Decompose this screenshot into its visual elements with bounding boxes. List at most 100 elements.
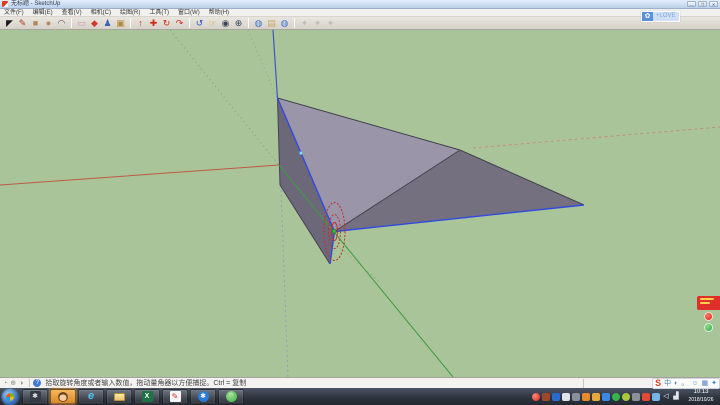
arc-tool-button[interactable]: ◠ [55, 17, 68, 29]
tray-icon-brown[interactable] [542, 393, 550, 401]
rotate-tool-button[interactable]: ↻ [160, 17, 173, 29]
promo-badge[interactable]: ✿ +LOVE [641, 11, 680, 22]
taskbar-app-qq[interactable] [50, 389, 76, 404]
tray-icon-skyblue[interactable] [602, 393, 610, 401]
rectangle-tool-button[interactable]: ■ [29, 17, 42, 29]
disabled-tool-button[interactable]: ✦ [311, 17, 324, 29]
signin-icon[interactable]: ◑ [19, 379, 23, 388]
toolbar: ◤ ✎ ■ ● ◠ ▭ ◆ ♟ ▣ ↑ ✚ ↻ ↷ ↺ ☞ ◉ ⊕ ◍ ▤ ◍ … [0, 17, 720, 30]
ime-keyboard-icon[interactable]: ▦ [702, 379, 709, 388]
maximize-button[interactable]: ❐ [698, 1, 707, 7]
ime-fullwidth-icon[interactable]: ◐ [674, 379, 678, 388]
pan-tool-button[interactable]: ☞ [206, 17, 219, 29]
select-icon: ◤ [6, 17, 13, 29]
ime-toolbox-icon[interactable]: ✦ [711, 379, 717, 388]
folder-icon [114, 393, 125, 401]
window-controls: — ❐ ✕ [687, 1, 718, 7]
tray-icon-slate[interactable] [632, 393, 640, 401]
arc-icon: ◠ [58, 17, 65, 29]
tray-icon-green[interactable] [612, 393, 620, 401]
network-icon[interactable]: ▟ [672, 393, 680, 401]
texture-button[interactable]: ▣ [114, 17, 127, 29]
taskbar-app-browser[interactable]: ✱ [190, 389, 216, 404]
menu-edit[interactable]: 编辑(E) [33, 9, 53, 17]
taskbar-app-excel[interactable]: X [134, 389, 160, 404]
menu-window[interactable]: 窗口(W) [178, 9, 200, 17]
clock-time: 10:13 [684, 389, 718, 397]
disabled-tool-button[interactable]: ✦ [324, 17, 337, 29]
ime-punctuation-icon[interactable]: 。 [681, 379, 688, 388]
globe-icon: ◍ [281, 17, 289, 29]
paint-bucket-button[interactable]: ◆ [88, 17, 101, 29]
tray-icon-light[interactable] [562, 393, 570, 401]
layers-button[interactable]: ◍ [278, 17, 291, 29]
circle-tool-button[interactable]: ● [42, 17, 55, 29]
tray-icon-gray[interactable] [572, 393, 580, 401]
offset-tool-button[interactable]: ↷ [173, 17, 186, 29]
move-tool-button[interactable]: ✚ [147, 17, 160, 29]
red-banner-ad[interactable] [697, 296, 720, 310]
side-promo-widget [696, 296, 720, 332]
select-tool-button[interactable]: ◤ [3, 17, 16, 29]
credit-icon[interactable]: ⊕ [10, 379, 16, 388]
model-canvas[interactable] [0, 30, 720, 377]
tray-icon-orange[interactable] [582, 393, 590, 401]
push-pull-button[interactable]: ↑ [134, 17, 147, 29]
tray-icon-lime[interactable] [622, 393, 630, 401]
orbit-icon: ↺ [196, 17, 204, 29]
taskbar-app-explorer[interactable] [106, 389, 132, 404]
internet-explorer-icon: e [86, 391, 97, 402]
ime-language-icon[interactable]: 中 [664, 379, 671, 388]
circle-icon: ● [46, 17, 51, 29]
warehouse-button[interactable]: ◍ [252, 17, 265, 29]
clock-date: 2018/10/26 [684, 397, 718, 404]
minimize-button[interactable]: — [687, 1, 696, 7]
globe-icon: ◍ [255, 17, 263, 29]
tray-icon-blue[interactable] [552, 393, 560, 401]
banner-text-line [700, 302, 710, 304]
volume-icon[interactable]: ◁ [662, 393, 670, 401]
help-icon[interactable]: ? [33, 379, 41, 387]
desktop: 无标题 - SketchUp — ❐ ✕ 文件(F) 编辑(E) 查看(V) 相… [0, 0, 720, 405]
line-tool-button[interactable]: ✎ [16, 17, 29, 29]
sogou-logo-icon[interactable]: S [655, 379, 661, 388]
menu-help[interactable]: 帮助(H) [209, 9, 229, 17]
red-gift-icon[interactable] [704, 312, 713, 321]
status-hint-text: 拾取旋转角度或者输入数值，拖动量角器以方便捕捉。Ctrl = 复制 [45, 378, 246, 388]
close-button[interactable]: ✕ [709, 1, 718, 7]
ime-emoji-icon[interactable]: ☺ [691, 379, 698, 388]
styles-icon: ▤ [267, 17, 276, 29]
green-service-icon[interactable] [704, 323, 713, 332]
taskbar-app-editor[interactable]: ✎ [162, 389, 188, 404]
tray-icon-azure[interactable] [652, 393, 660, 401]
measurement-box-separator [583, 379, 584, 388]
menu-draw[interactable]: 绘图(R) [120, 9, 140, 17]
taskbar-app-utility[interactable]: ✱ [22, 389, 48, 404]
menu-camera[interactable]: 相机(C) [91, 9, 111, 17]
geolocation-icon[interactable]: ◔ [3, 379, 7, 388]
tray-icon-amber[interactable] [592, 393, 600, 401]
menu-file[interactable]: 文件(F) [4, 9, 24, 17]
taskbar-app-ie[interactable]: e [78, 389, 104, 404]
make-component-button[interactable]: ♟ [101, 17, 114, 29]
utility-app-icon: ✱ [30, 391, 41, 402]
toolbar-separator [189, 18, 190, 28]
zoom-tool-button[interactable]: ◉ [219, 17, 232, 29]
zoom-extents-button[interactable]: ⊕ [232, 17, 245, 29]
edge-inference-point [300, 152, 303, 155]
rectangle-icon: ■ [33, 17, 38, 29]
toolbar-separator [294, 18, 295, 28]
start-button[interactable] [2, 389, 18, 405]
taskbar-clock[interactable]: 10:13 2018/10/26 [684, 389, 718, 403]
styles-button[interactable]: ▤ [265, 17, 278, 29]
orbit-tool-button[interactable]: ↺ [193, 17, 206, 29]
menu-tools[interactable]: 工具(T) [149, 9, 169, 17]
tray-icon-scarlet[interactable] [642, 393, 650, 401]
rotate-icon: ↻ [163, 17, 171, 29]
disabled-tool-button[interactable]: ✦ [298, 17, 311, 29]
tray-icon-red[interactable] [532, 393, 540, 401]
eraser-tool-button[interactable]: ▭ [75, 17, 88, 29]
viewport-3d[interactable] [0, 30, 720, 377]
taskbar-app-wechat[interactable]: ◠ [218, 389, 244, 404]
menu-view[interactable]: 查看(V) [62, 9, 82, 17]
